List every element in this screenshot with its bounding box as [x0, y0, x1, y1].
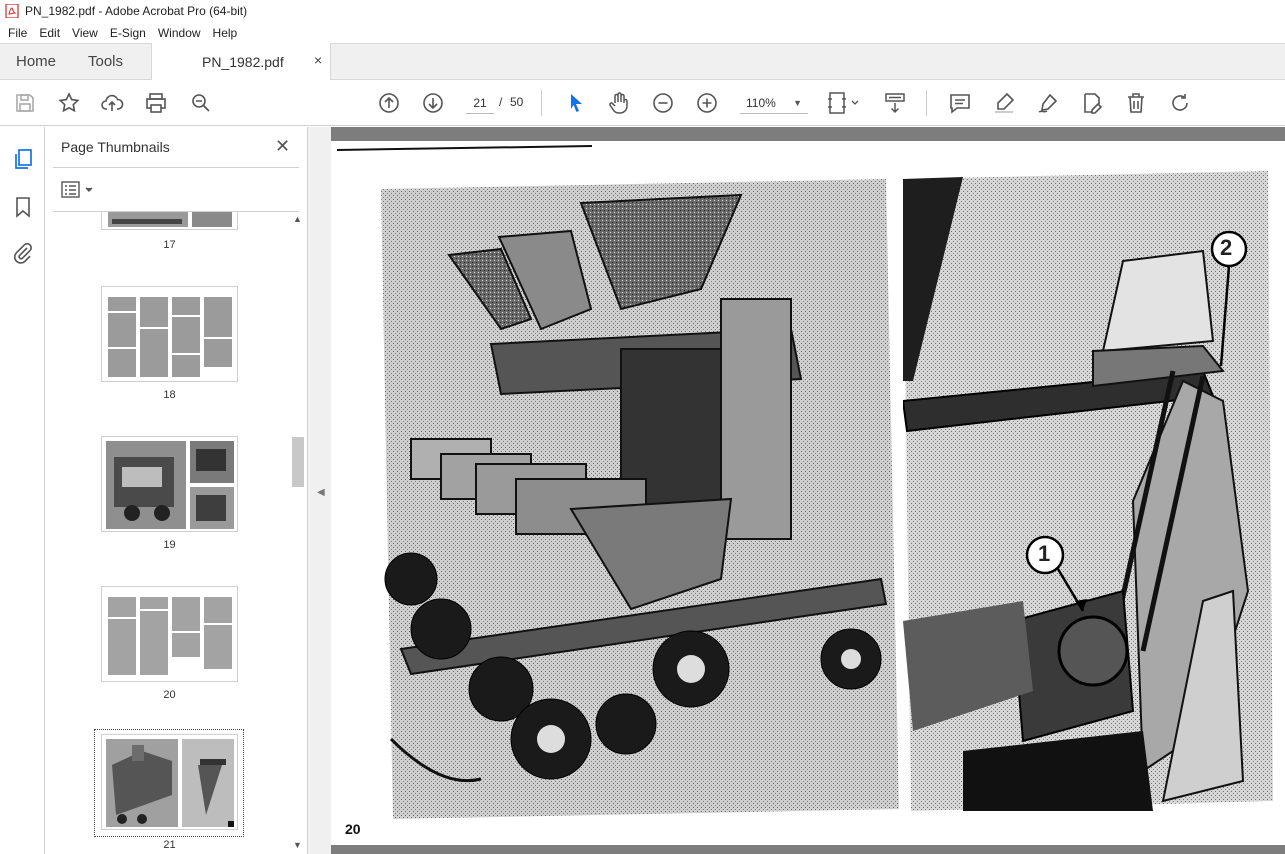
hand-pan-icon[interactable] — [607, 91, 631, 115]
toolbar-divider — [541, 90, 542, 116]
zoom-search-icon[interactable] — [189, 91, 213, 115]
panel-title: Page Thumbnails — [61, 139, 170, 155]
menu-file[interactable]: File — [2, 26, 33, 40]
save-icon[interactable] — [13, 91, 37, 115]
rotate-redo-icon[interactable] — [1168, 91, 1192, 115]
page-thumbnails-panel: Page Thumbnails ✕ 17 18 19 20 21 ▲ ▼ — [45, 127, 307, 854]
attachments-paperclip-icon[interactable] — [11, 241, 35, 265]
print-icon[interactable] — [144, 91, 168, 115]
collapse-panel-icon[interactable]: ◀ — [317, 487, 325, 498]
edit-pdf-icon[interactable] — [1080, 91, 1104, 115]
thumbnail-image — [108, 597, 232, 675]
page-number: 20 — [345, 821, 361, 837]
title-bar: PN_1982.pdf - Adobe Acrobat Pro (64-bit) — [0, 0, 1285, 22]
pdf-app-icon — [5, 4, 19, 18]
pdf-page: 2 1 20 — [331, 141, 1285, 845]
navigation-rail — [0, 127, 45, 854]
thumbnail-scrollbar[interactable]: ▲ ▼ — [291, 212, 305, 854]
toolbar: 21 / 50 110% ▼ — [0, 80, 1285, 126]
thumbnail-label: 19 — [163, 539, 176, 551]
acrobat-window: PN_1982.pdf - Adobe Acrobat Pro (64-bit)… — [0, 0, 1285, 854]
delete-trash-icon[interactable] — [1124, 91, 1148, 115]
list-options-icon — [61, 181, 93, 198]
zoom-in-icon[interactable] — [695, 91, 719, 115]
scrollbar-thumb[interactable] — [292, 437, 304, 487]
thumbnail-label: 20 — [163, 689, 176, 701]
thumbnail-page-20[interactable] — [101, 586, 238, 682]
menu-edit[interactable]: Edit — [33, 26, 66, 40]
callout-2: 2 — [1220, 235, 1233, 260]
thumbnail-image — [108, 297, 232, 377]
tab-home[interactable]: Home — [16, 44, 56, 80]
draw-pen-icon[interactable] — [1036, 91, 1060, 115]
comment-icon[interactable] — [948, 91, 972, 115]
window-title: PN_1982.pdf - Adobe Acrobat Pro (64-bit) — [25, 4, 248, 18]
current-page-input[interactable]: 21 — [466, 92, 494, 114]
bookmarks-icon[interactable] — [11, 195, 35, 219]
tab-tools[interactable]: Tools — [88, 44, 123, 80]
tab-document[interactable]: PN_1982.pdf × — [151, 43, 331, 81]
upload-cloud-icon[interactable] — [100, 91, 124, 115]
thumbnail-page-17[interactable] — [101, 212, 238, 230]
menu-view[interactable]: View — [66, 26, 104, 40]
thumbnail-label: 21 — [163, 839, 176, 851]
zoom-out-icon[interactable] — [651, 91, 675, 115]
thumbnail-options-menu[interactable] — [61, 180, 97, 200]
scroll-up-icon[interactable]: ▲ — [293, 214, 302, 224]
select-cursor-icon[interactable] — [564, 91, 588, 115]
thumbnail-image — [102, 212, 237, 229]
scroll-mode-icon[interactable] — [883, 91, 907, 115]
bookmark-star-icon[interactable] — [57, 91, 81, 115]
thumbnail-image — [106, 441, 234, 529]
thumbnail-label: 18 — [163, 389, 176, 401]
menu-window[interactable]: Window — [152, 26, 207, 40]
thumbnail-label: 17 — [163, 239, 176, 251]
tab-bar: Home Tools PN_1982.pdf × — [0, 43, 1285, 81]
menu-help[interactable]: Help — [207, 26, 244, 40]
divider — [53, 167, 299, 168]
callout-1: 1 — [1038, 541, 1051, 566]
thumbnail-page-18[interactable] — [101, 286, 238, 382]
fit-page-icon[interactable] — [826, 91, 862, 115]
total-pages: 50 — [510, 95, 524, 109]
tab-close-icon[interactable]: × — [314, 52, 322, 68]
close-icon[interactable]: ✕ — [275, 136, 290, 157]
panel-collapse-strip[interactable]: ◀ — [307, 127, 331, 854]
drive-chain-photo — [903, 171, 1273, 811]
thumbnail-image — [106, 739, 234, 827]
seed-drill-photo — [381, 179, 899, 819]
document-canvas[interactable]: 2 1 20 — [331, 127, 1285, 854]
menu-esign[interactable]: E-Sign — [104, 26, 152, 40]
zoom-level-value: 110% — [746, 96, 776, 110]
page-separator: / — [499, 95, 503, 109]
chevron-down-icon: ▼ — [793, 98, 802, 108]
thumbnail-page-19[interactable] — [101, 436, 238, 532]
menu-bar: File Edit View E-Sign Window Help — [0, 22, 1285, 43]
thumbnail-page-21[interactable] — [101, 734, 238, 830]
thumbnail-list: 17 18 19 20 21 — [45, 212, 290, 854]
highlight-pen-icon[interactable] — [992, 91, 1016, 115]
next-page-icon[interactable] — [421, 91, 445, 115]
previous-page-icon[interactable] — [377, 91, 401, 115]
scroll-down-icon[interactable]: ▼ — [293, 840, 302, 850]
tab-document-label: PN_1982.pdf — [202, 54, 284, 70]
zoom-level-select[interactable]: 110% ▼ — [740, 92, 808, 114]
page-thumbnails-icon[interactable] — [11, 147, 35, 171]
page-top-rule — [337, 145, 592, 151]
toolbar-divider — [926, 90, 927, 116]
